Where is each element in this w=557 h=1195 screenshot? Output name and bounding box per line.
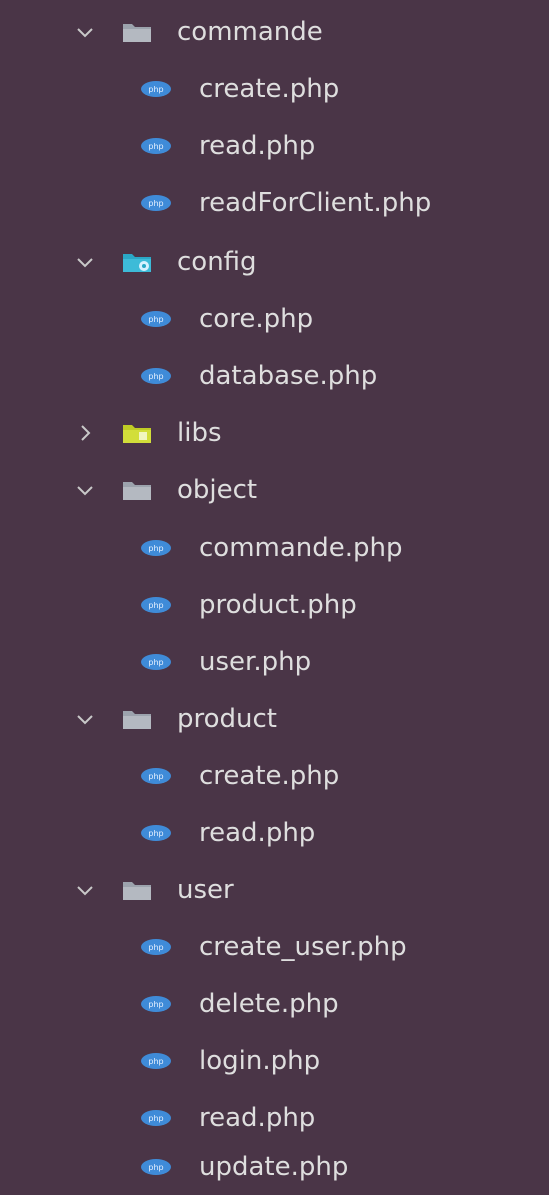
tree-item-label: user.php	[199, 647, 312, 677]
svg-text:php: php	[148, 829, 163, 838]
tree-item-label: create.php	[199, 74, 340, 104]
tree-item-label: product.php	[199, 590, 357, 620]
php-file-icon: php	[140, 824, 172, 842]
svg-text:php: php	[148, 1163, 163, 1172]
svg-text:php: php	[148, 142, 163, 151]
config-folder-icon	[122, 251, 152, 273]
chevron-down-icon[interactable]	[74, 708, 96, 730]
tree-item-label: read.php	[199, 1103, 316, 1133]
tree-folder-libs[interactable]: libs	[0, 405, 549, 461]
chevron-down-icon[interactable]	[74, 21, 96, 43]
chevron-down-icon[interactable]	[74, 879, 96, 901]
folder-icon	[122, 708, 152, 730]
tree-item-label: create.php	[199, 761, 340, 791]
svg-text:php: php	[148, 315, 163, 324]
php-file-icon: php	[140, 767, 172, 785]
svg-text:php: php	[148, 544, 163, 553]
tree-file-update-php[interactable]: php update.php	[0, 1139, 549, 1195]
tree-item-label: login.php	[199, 1046, 321, 1076]
php-file-icon: php	[140, 310, 172, 328]
folder-icon	[122, 21, 152, 43]
php-file-icon: php	[140, 1052, 172, 1070]
tree-folder-commande[interactable]: commande	[0, 4, 549, 60]
tree-file-user-php[interactable]: php user.php	[0, 634, 549, 690]
tree-file-create-php[interactable]: php create.php	[0, 748, 549, 804]
svg-text:php: php	[148, 1057, 163, 1066]
tree-folder-product[interactable]: product	[0, 691, 549, 747]
svg-text:php: php	[148, 85, 163, 94]
tree-item-label: read.php	[199, 131, 316, 161]
folder-icon	[122, 879, 152, 901]
php-file-icon: php	[140, 653, 172, 671]
svg-text:php: php	[148, 372, 163, 381]
tree-item-label: readForClient.php	[199, 188, 432, 218]
tree-folder-object[interactable]: object	[0, 462, 549, 518]
tree-file-login-php[interactable]: php login.php	[0, 1033, 549, 1089]
tree-item-label: core.php	[199, 304, 314, 334]
svg-text:php: php	[148, 772, 163, 781]
php-file-icon: php	[140, 938, 172, 956]
tree-file-read-php[interactable]: php read.php	[0, 118, 549, 174]
folder-icon	[122, 479, 152, 501]
libs-folder-icon	[122, 422, 152, 444]
svg-text:php: php	[148, 658, 163, 667]
tree-item-label: delete.php	[199, 989, 339, 1019]
tree-file-readforclient-php[interactable]: php readForClient.php	[0, 175, 549, 231]
tree-file-read-php[interactable]: php read.php	[0, 1090, 549, 1146]
svg-text:php: php	[148, 1000, 163, 1009]
tree-file-core-php[interactable]: php core.php	[0, 291, 549, 347]
php-file-icon: php	[140, 596, 172, 614]
tree-file-database-php[interactable]: php database.php	[0, 348, 549, 404]
chevron-right-icon[interactable]	[74, 422, 96, 444]
svg-text:php: php	[148, 943, 163, 952]
php-file-icon: php	[140, 995, 172, 1013]
tree-file-commande-php[interactable]: php commande.php	[0, 520, 549, 576]
tree-folder-user[interactable]: user	[0, 862, 549, 918]
tree-item-label: config	[177, 247, 257, 277]
tree-item-label: product	[177, 704, 278, 734]
php-file-icon: php	[140, 1158, 172, 1176]
tree-item-label: read.php	[199, 818, 316, 848]
tree-item-label: commande	[177, 17, 323, 47]
tree-file-create-php[interactable]: php create.php	[0, 61, 549, 117]
php-file-icon: php	[140, 367, 172, 385]
tree-file-product-php[interactable]: php product.php	[0, 577, 549, 633]
tree-item-label: object	[177, 475, 258, 505]
php-file-icon: php	[140, 1109, 172, 1127]
php-file-icon: php	[140, 137, 172, 155]
tree-file-delete-php[interactable]: php delete.php	[0, 976, 549, 1032]
tree-item-label: create_user.php	[199, 932, 407, 962]
tree-item-label: user	[177, 875, 234, 905]
tree-item-label: update.php	[199, 1152, 349, 1182]
php-file-icon: php	[140, 539, 172, 557]
svg-text:php: php	[148, 601, 163, 610]
chevron-down-icon[interactable]	[74, 479, 96, 501]
chevron-down-icon[interactable]	[74, 251, 96, 273]
tree-item-label: database.php	[199, 361, 378, 391]
tree-item-label: commande.php	[199, 533, 403, 563]
svg-text:php: php	[148, 199, 163, 208]
tree-file-read-php[interactable]: php read.php	[0, 805, 549, 861]
php-file-icon: php	[140, 80, 172, 98]
php-file-icon: php	[140, 194, 172, 212]
tree-folder-config[interactable]: config	[0, 234, 549, 290]
tree-item-label: libs	[177, 418, 222, 448]
file-explorer-tree: commande php create.php php read.php php…	[0, 0, 549, 1195]
tree-file-create-user-php[interactable]: php create_user.php	[0, 919, 549, 975]
svg-text:php: php	[148, 1114, 163, 1123]
